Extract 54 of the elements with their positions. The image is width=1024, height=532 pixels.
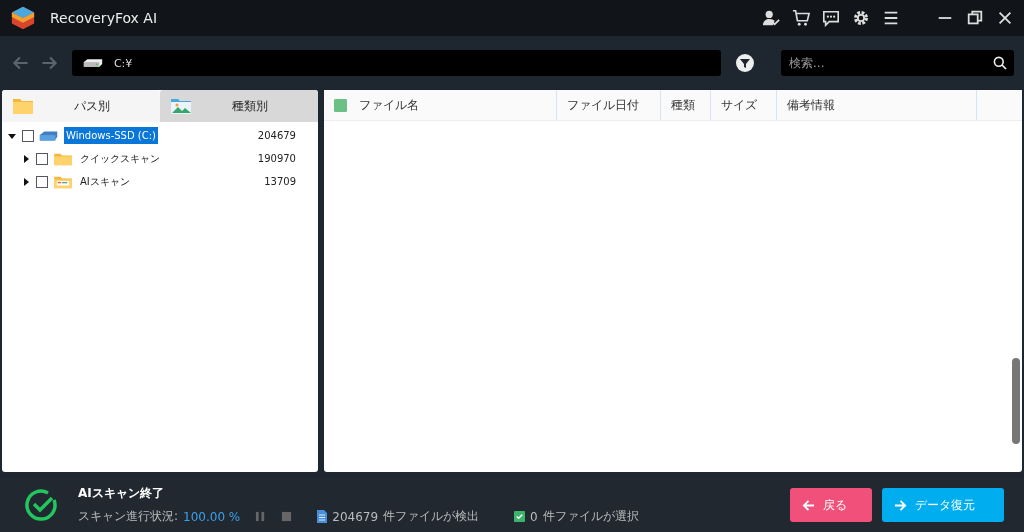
app-title: RecoveryFox AI (50, 10, 158, 26)
folder-icon (52, 174, 74, 189)
selected-label: 件ファイルが選択 (542, 508, 639, 525)
check-circle-icon (24, 488, 58, 522)
chat-icon[interactable] (822, 9, 840, 27)
select-all-checkbox[interactable] (334, 98, 347, 112)
filter-icon[interactable] (735, 53, 755, 73)
close-icon[interactable] (996, 9, 1014, 27)
tab[interactable]: 種類別 (160, 90, 318, 122)
column-header[interactable]: ファイル名 (347, 90, 557, 120)
checkbox[interactable] (36, 152, 48, 165)
left-arrow-icon (802, 498, 815, 512)
tree-item[interactable]: Windows-SSD (C:) (64, 127, 158, 144)
user-check-icon[interactable] (762, 9, 780, 27)
menu-icon[interactable] (882, 9, 900, 27)
tree-item[interactable]: AIスキャン (78, 171, 132, 192)
progress-label: スキャン進行状況: (78, 508, 179, 525)
collapsed-arrow-icon[interactable] (22, 177, 30, 186)
column-header[interactable]: ファイル日付 (557, 90, 661, 120)
settings-icon[interactable] (852, 9, 870, 27)
selected-count: 0 (530, 509, 538, 524)
drive-icon (81, 57, 104, 69)
item-count: 13709 (264, 176, 296, 187)
progress-value: 100.00 % (183, 509, 241, 524)
checked-box-icon (514, 511, 526, 522)
restore-icon[interactable] (966, 9, 984, 27)
pause-icon[interactable] (255, 511, 267, 522)
search-icon[interactable] (992, 55, 1008, 71)
found-label: 件ファイルが検出 (383, 508, 480, 525)
item-count: 190970 (257, 153, 296, 164)
tree-item[interactable]: クイックスキャン (78, 148, 162, 169)
cart-icon[interactable] (792, 9, 810, 27)
checkbox[interactable] (36, 175, 48, 188)
folder-icon (12, 97, 34, 115)
path-field[interactable]: C:¥ (71, 50, 722, 76)
drive-icon (38, 128, 60, 143)
checkbox[interactable] (22, 129, 34, 142)
column-header[interactable]: 種類 (661, 90, 711, 120)
collapsed-arrow-icon[interactable] (22, 154, 30, 163)
scrollbar[interactable] (1012, 358, 1020, 444)
right-arrow-icon (894, 498, 907, 512)
stop-icon[interactable] (281, 511, 293, 522)
item-count: 204679 (257, 130, 296, 141)
scan-status-title: AIスキャン終了 (78, 485, 165, 502)
search-field[interactable]: 検索... (781, 50, 1014, 76)
cube-logo-icon (10, 5, 36, 31)
column-header[interactable]: 備考情報 (777, 90, 977, 120)
document-icon (317, 510, 328, 523)
found-count: 204679 (332, 509, 379, 524)
expanded-arrow-icon[interactable] (8, 131, 16, 140)
picture-folder-icon (170, 97, 192, 115)
column-header[interactable]: サイズ (711, 90, 777, 120)
folder-icon (52, 151, 74, 166)
tab[interactable]: パス別 (2, 90, 160, 122)
